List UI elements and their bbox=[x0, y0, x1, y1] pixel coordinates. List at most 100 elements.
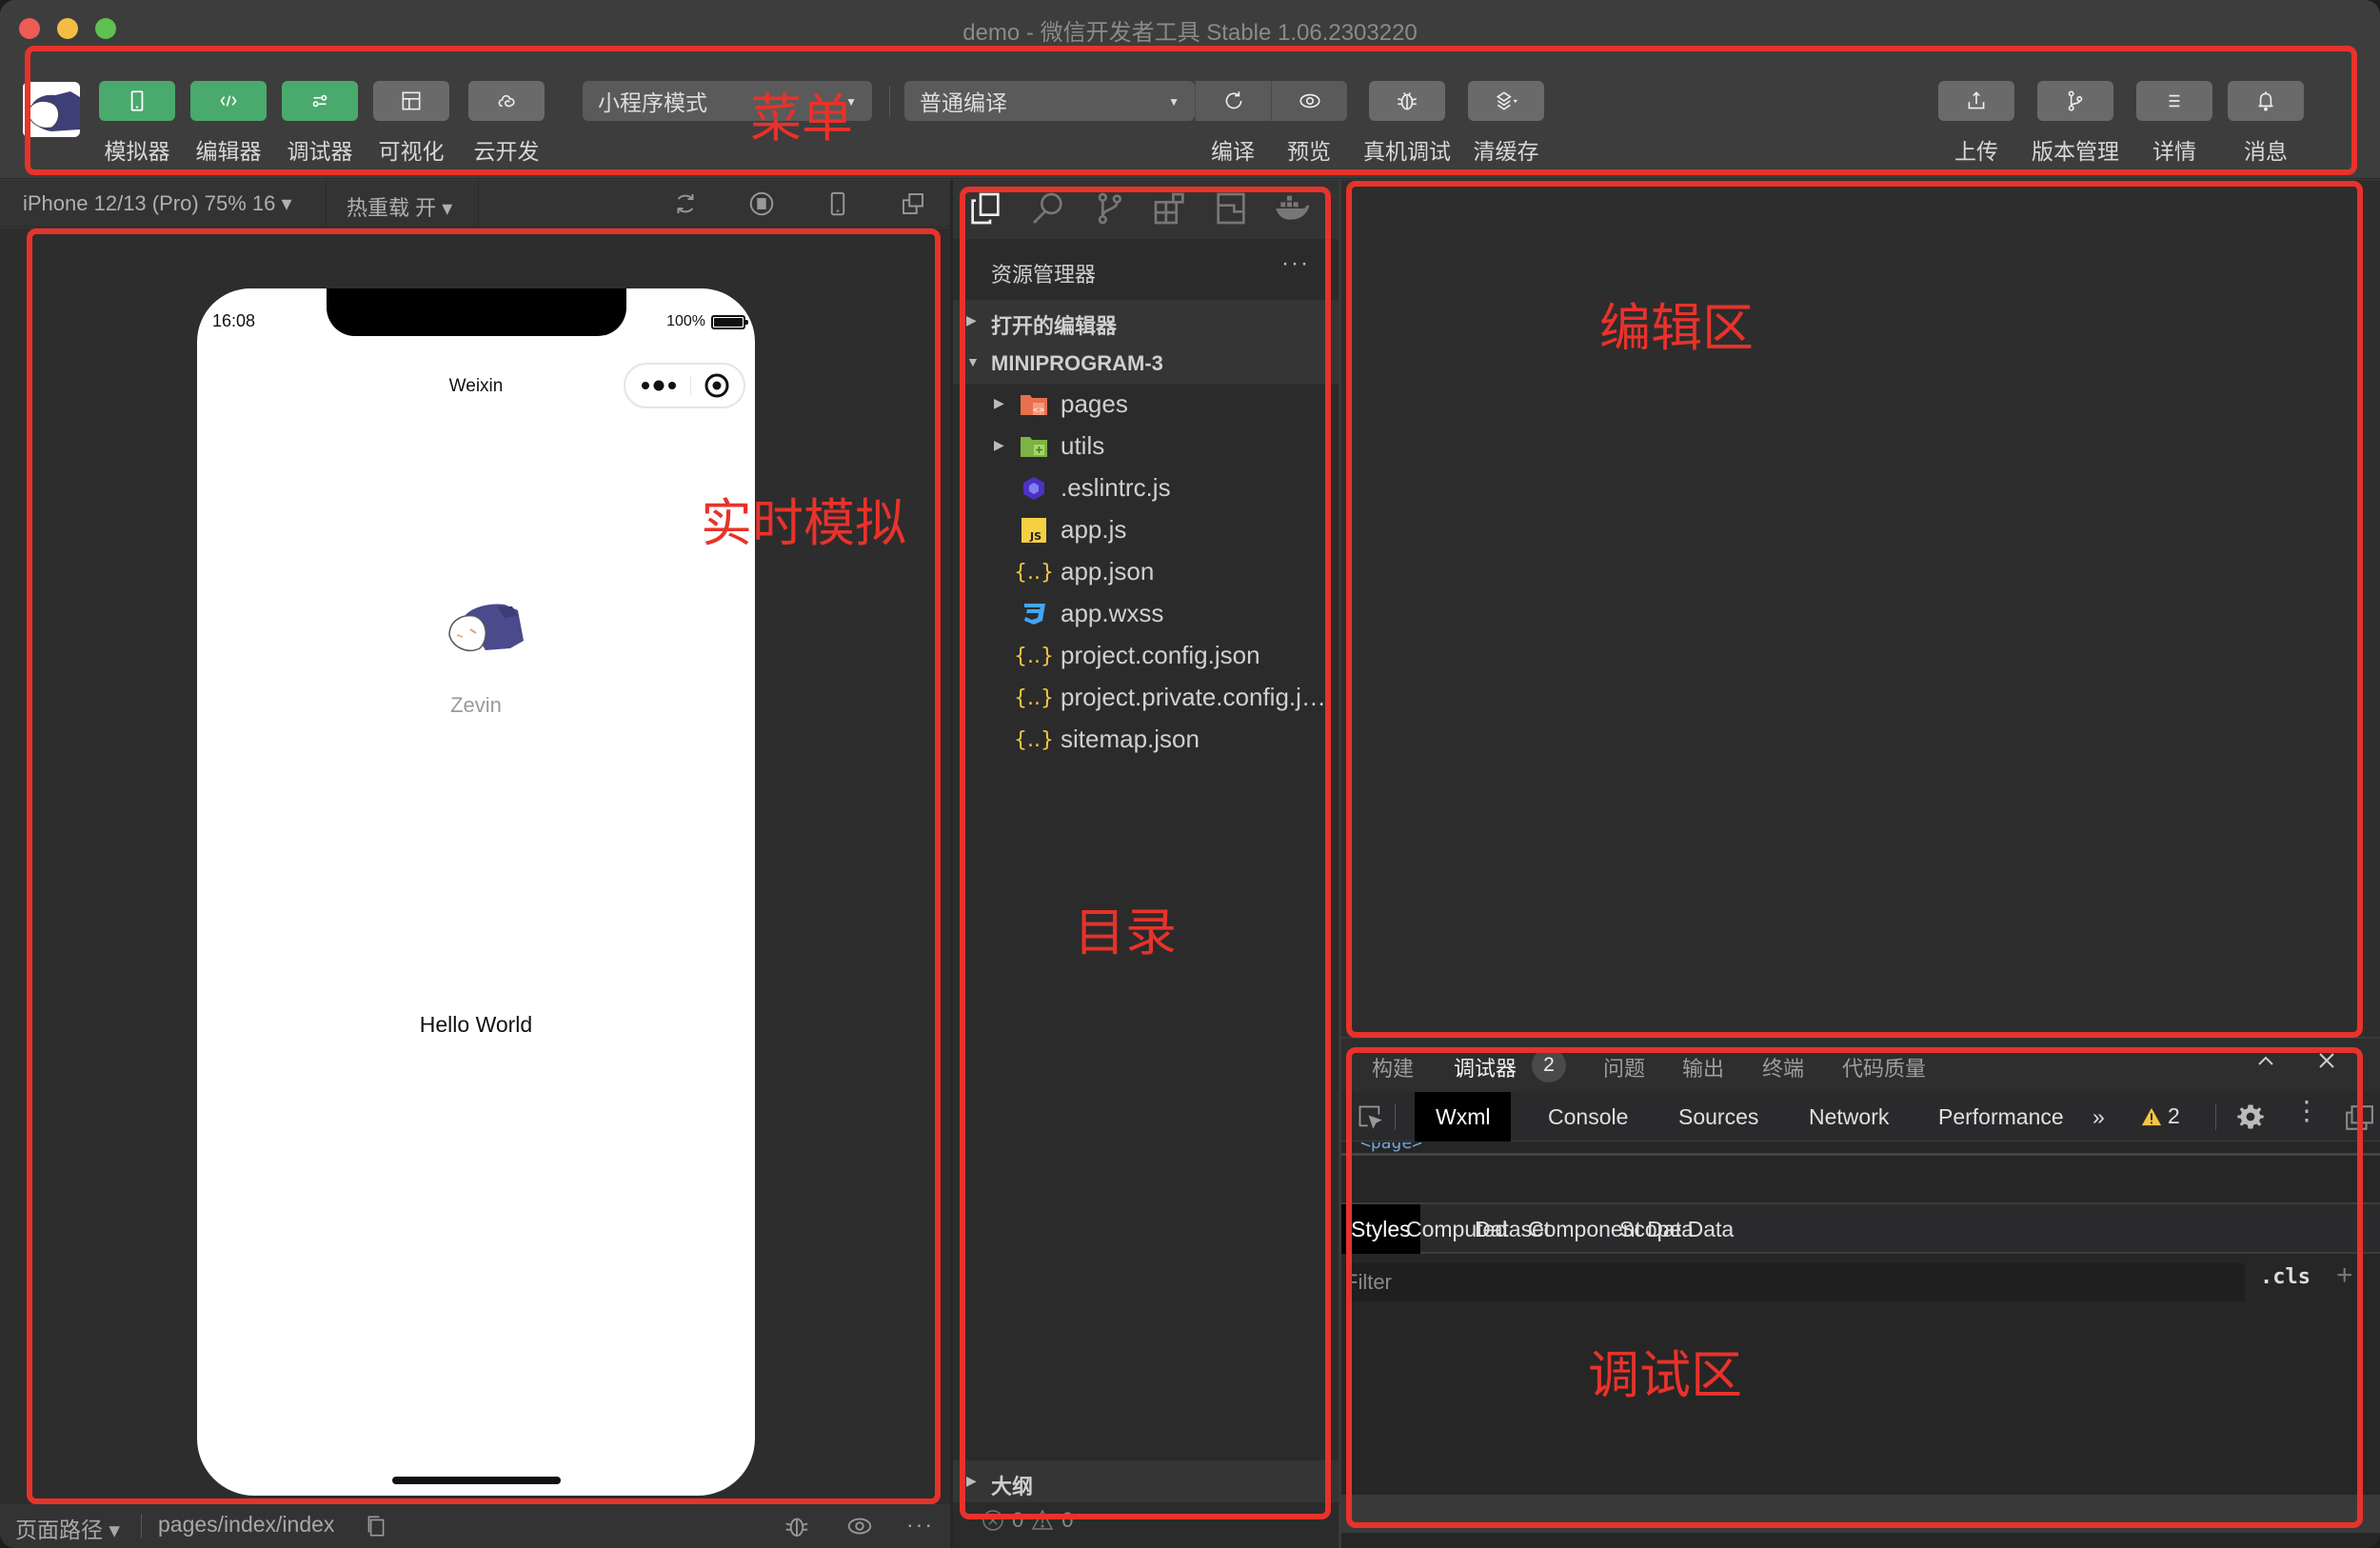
tree-item-eslintrc[interactable]: .eslintrc.js bbox=[953, 467, 1339, 509]
debugger-label: 调试器 bbox=[287, 139, 353, 164]
more-dots-icon[interactable] bbox=[641, 380, 677, 391]
search-icon[interactable] bbox=[1029, 189, 1067, 228]
styles-filter-input[interactable] bbox=[1345, 1263, 2245, 1301]
files-icon[interactable] bbox=[966, 189, 1004, 228]
remote-debug-button[interactable] bbox=[1369, 81, 1445, 121]
problems-status[interactable]: 0 0 bbox=[982, 1508, 1074, 1533]
hello-text: Hello World bbox=[419, 1012, 533, 1037]
editor-toggle-button[interactable] bbox=[190, 81, 267, 121]
tree-item-utils[interactable]: ▶ utils bbox=[953, 426, 1339, 467]
devtools-window: demo - 微信开发者工具 Stable 1.06.2303220 模拟器 编… bbox=[0, 0, 2380, 1548]
details-button[interactable] bbox=[2136, 81, 2212, 121]
tree-item-pages[interactable]: ▶ <> pages bbox=[953, 384, 1339, 426]
inspect-element-icon[interactable] bbox=[1357, 1103, 1383, 1130]
file-name: utils bbox=[1061, 431, 1105, 460]
styles-tab-scope-data[interactable]: Scope Data bbox=[1610, 1204, 1743, 1254]
tree-item-project-private-config[interactable]: {..} project.private.config.json bbox=[953, 677, 1339, 719]
extensions-icon[interactable] bbox=[1151, 189, 1189, 228]
debugger-footer bbox=[1341, 1495, 2380, 1533]
debugger-panel: 构建 调试器 2 问题 输出 终端 代码质量 Wxml Console Sour… bbox=[1341, 1039, 2380, 1548]
debugger-toggle-button[interactable] bbox=[282, 81, 358, 121]
more-options-button[interactable]: ··· bbox=[906, 1512, 934, 1538]
project-section[interactable]: ▼ MINIPROGRAM-3 bbox=[953, 342, 1339, 384]
open-editors-section[interactable]: ▶ 打开的编辑器 bbox=[953, 300, 1339, 342]
clear-cache-label: 清缓存 bbox=[1473, 139, 1539, 164]
wxml-node[interactable]: <page> bbox=[1360, 1142, 1422, 1153]
status-time: 16:08 bbox=[212, 311, 256, 330]
gear-icon[interactable] bbox=[2236, 1102, 2265, 1131]
devtools-tab-console[interactable]: Console bbox=[1527, 1092, 1649, 1141]
page-path-select[interactable]: 页面路径 ▾ bbox=[15, 1512, 120, 1544]
tab-output[interactable]: 输出 bbox=[1682, 1052, 1724, 1082]
devtools-tab-wxml[interactable]: Wxml bbox=[1415, 1092, 1512, 1141]
source-control-icon[interactable] bbox=[1090, 189, 1128, 228]
version-control-label: 版本管理 bbox=[2032, 139, 2119, 164]
eye-icon bbox=[1299, 93, 1320, 109]
devtools-tab-bar: Wxml Console Sources Network Performance… bbox=[1341, 1092, 2380, 1141]
add-style-rule-button[interactable]: + bbox=[2336, 1260, 2353, 1292]
version-control-button[interactable] bbox=[2037, 81, 2113, 121]
cloud-dev-button[interactable] bbox=[468, 81, 545, 121]
rotate-icon[interactable] bbox=[671, 189, 700, 218]
mode-select[interactable]: 小程序模式 ▼ bbox=[583, 81, 872, 121]
battery-percent: 100% bbox=[666, 313, 705, 329]
tree-item-sitemap[interactable]: {..} sitemap.json bbox=[953, 719, 1339, 761]
visual-toggle-button[interactable] bbox=[373, 81, 449, 121]
tree-item-app-json[interactable]: {..} app.json bbox=[953, 551, 1339, 593]
docker-icon[interactable] bbox=[1273, 189, 1311, 228]
chevron-down-icon: ▼ bbox=[1168, 95, 1180, 109]
detach-window-icon[interactable] bbox=[899, 189, 927, 218]
devbar-divider bbox=[478, 180, 479, 228]
dock-icon[interactable] bbox=[2343, 1103, 2375, 1132]
user-avatar[interactable] bbox=[23, 82, 80, 137]
close-panel-button[interactable] bbox=[2316, 1050, 2337, 1078]
compile-mode-select[interactable]: 普通编译 ▼ bbox=[904, 81, 1195, 121]
chevron-right-icon: ▶ bbox=[966, 1473, 977, 1488]
cls-toggle-button[interactable]: .cls bbox=[2260, 1265, 2311, 1289]
file-name: app.wxss bbox=[1061, 599, 1164, 627]
user-avatar-image[interactable] bbox=[444, 593, 527, 677]
kebab-menu-icon[interactable]: ⋮ bbox=[2293, 1098, 2320, 1124]
devtools-tab-performance[interactable]: Performance bbox=[1917, 1092, 2085, 1141]
bell-icon bbox=[2258, 91, 2273, 111]
bug-icon[interactable] bbox=[783, 1512, 811, 1540]
hot-reload-select[interactable]: 热重载 开 ▾ bbox=[347, 191, 452, 222]
devtools-tab-sources[interactable]: Sources bbox=[1657, 1092, 1779, 1141]
tab-problems[interactable]: 问题 bbox=[1603, 1052, 1645, 1082]
wxml-tree[interactable]: <page> bbox=[1341, 1142, 2380, 1156]
stop-icon[interactable] bbox=[747, 189, 776, 218]
upload-button[interactable] bbox=[1938, 81, 2014, 121]
tree-item-app-js[interactable]: JS app.js bbox=[953, 509, 1339, 551]
capsule-menu[interactable] bbox=[624, 363, 745, 408]
collapse-panel-button[interactable] bbox=[2255, 1050, 2276, 1078]
close-miniprogram-icon[interactable] bbox=[704, 372, 730, 399]
clear-cache-button[interactable] bbox=[1468, 81, 1544, 121]
mode-select-value: 小程序模式 bbox=[598, 90, 707, 115]
phone-simulator[interactable]: 16:08 100% Weixin Zevin Hello World bbox=[197, 288, 755, 1496]
eye-icon[interactable] bbox=[845, 1512, 874, 1540]
status-battery: 100% bbox=[666, 313, 748, 330]
more-tabs-button[interactable]: » bbox=[2085, 1092, 2112, 1141]
devtools-divider bbox=[1395, 1103, 1396, 1130]
tree-item-project-config[interactable]: {..} project.config.json bbox=[953, 635, 1339, 677]
simulator-toggle-button[interactable] bbox=[99, 81, 175, 121]
tab-code-quality[interactable]: 代码质量 bbox=[1842, 1052, 1926, 1082]
explorer-more-button[interactable]: ··· bbox=[1281, 250, 1310, 277]
tab-build[interactable]: 构建 bbox=[1372, 1052, 1414, 1082]
compile-button[interactable] bbox=[1195, 81, 1271, 121]
messages-button[interactable] bbox=[2228, 81, 2304, 121]
save-icon[interactable] bbox=[1212, 189, 1250, 228]
outline-section[interactable]: ▶ 大纲 bbox=[953, 1460, 1339, 1502]
copy-icon[interactable] bbox=[364, 1512, 388, 1540]
device-icon[interactable] bbox=[823, 189, 852, 218]
device-select[interactable]: iPhone 12/13 (Pro) 75% 16 ▾ bbox=[23, 191, 292, 216]
outline-label: 大纲 bbox=[991, 1475, 1034, 1498]
page-path-value: pages/index/index bbox=[158, 1512, 335, 1537]
tab-terminal[interactable]: 终端 bbox=[1762, 1052, 1804, 1082]
tree-item-app-wxss[interactable]: app.wxss bbox=[953, 593, 1339, 635]
preview-button[interactable] bbox=[1271, 81, 1347, 121]
devtools-tab-network[interactable]: Network bbox=[1788, 1092, 1910, 1141]
warnings-indicator[interactable]: 2 bbox=[2141, 1103, 2180, 1129]
editor-area[interactable] bbox=[1341, 180, 2380, 1037]
tab-debugger[interactable]: 调试器 bbox=[1454, 1052, 1517, 1096]
